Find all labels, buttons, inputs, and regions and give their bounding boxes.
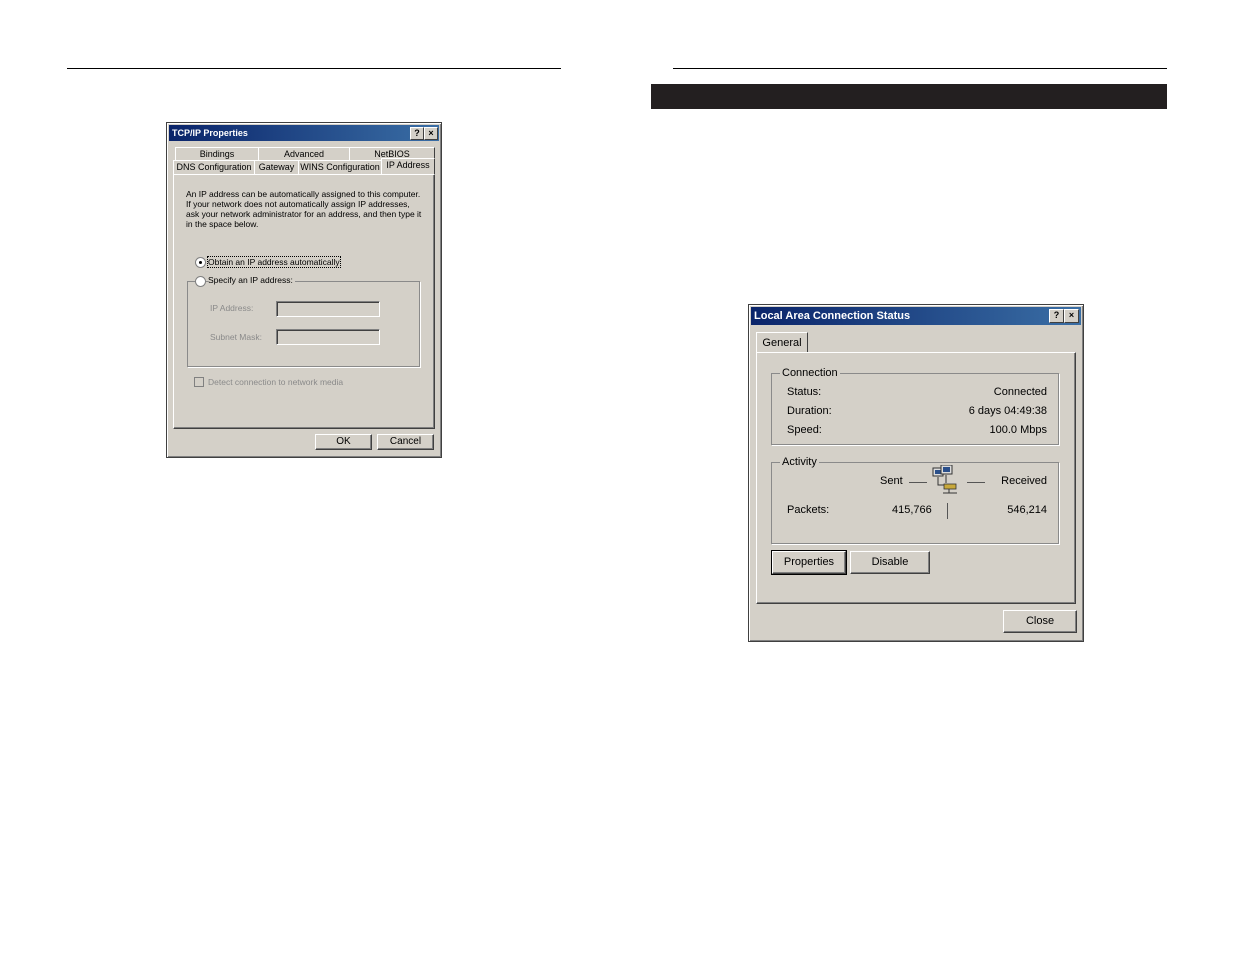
disable-button[interactable]: Disable [850, 551, 930, 574]
detect-label: Detect connection to network media [208, 377, 344, 387]
tab-wins-configuration[interactable]: WINS Configuration [298, 160, 382, 174]
packets-sent-value: 415,766 [892, 504, 932, 516]
packets-label: Packets: [787, 504, 830, 516]
tab-ip-address[interactable]: IP Address [381, 158, 435, 175]
activity-group-title: Activity [780, 456, 819, 468]
option-auto-label[interactable]: Obtain an IP address automatically [207, 256, 341, 268]
radio-auto-ip[interactable] [195, 257, 206, 268]
dialog-title: Local Area Connection Status [754, 310, 911, 322]
tab-bindings[interactable]: Bindings [175, 147, 259, 160]
close-button[interactable]: × [1064, 309, 1079, 323]
cancel-button[interactable]: Cancel [377, 434, 434, 450]
properties-button[interactable]: Properties [771, 550, 847, 575]
subnet-mask-field[interactable] [276, 329, 380, 345]
help-button[interactable]: ? [1049, 309, 1064, 323]
specify-ip-group [187, 281, 420, 367]
help-button[interactable]: ? [410, 127, 424, 140]
speed-label: Speed: [787, 424, 822, 436]
tab-dns-configuration[interactable]: DNS Configuration [173, 160, 255, 174]
tab-panel: Connection Status: Connected Duration: 6… [756, 352, 1076, 604]
left-page-rule [67, 68, 561, 69]
tab-general[interactable]: General [756, 332, 808, 353]
sent-label: Sent [880, 475, 903, 487]
title-bar: TCP/IP Properties ? × [169, 125, 439, 141]
option-specify-label[interactable]: Specify an IP address: [208, 275, 295, 285]
description-text: An IP address can be automatically assig… [186, 189, 422, 229]
tab-advanced[interactable]: Advanced [258, 147, 350, 160]
ok-button[interactable]: OK [315, 434, 372, 450]
tcpip-properties-dialog: TCP/IP Properties ? × Bindings Advanced … [166, 122, 442, 458]
close-button[interactable]: × [424, 127, 438, 140]
dialog-title: TCP/IP Properties [172, 128, 248, 138]
received-label: Received [1001, 475, 1047, 487]
connection-status-dialog: Local Area Connection Status ? × General… [748, 304, 1084, 642]
speed-value: 100.0 Mbps [989, 424, 1047, 436]
section-header-bar [651, 84, 1167, 109]
packets-received-value: 546,214 [1007, 504, 1047, 516]
duration-label: Duration: [787, 405, 832, 417]
network-computers-icon [932, 465, 957, 494]
packets-divider [947, 503, 948, 519]
ip-address-label: IP Address: [210, 303, 254, 313]
ip-address-field[interactable] [276, 301, 380, 317]
subnet-mask-label: Subnet Mask: [210, 332, 262, 342]
close-dialog-button[interactable]: Close [1003, 610, 1077, 633]
connection-group-title: Connection [780, 367, 840, 379]
tab-panel: An IP address can be automatically assig… [173, 174, 435, 429]
radio-specify-ip[interactable] [195, 276, 206, 287]
title-bar: Local Area Connection Status ? × [751, 307, 1081, 325]
duration-value: 6 days 04:49:38 [968, 405, 1047, 417]
sent-line [909, 482, 927, 483]
right-page-rule [673, 68, 1167, 69]
detect-checkbox[interactable] [194, 377, 204, 387]
tab-gateway[interactable]: Gateway [254, 160, 299, 174]
status-value: Connected [993, 386, 1047, 398]
received-line [967, 482, 985, 483]
status-label: Status: [787, 386, 822, 398]
